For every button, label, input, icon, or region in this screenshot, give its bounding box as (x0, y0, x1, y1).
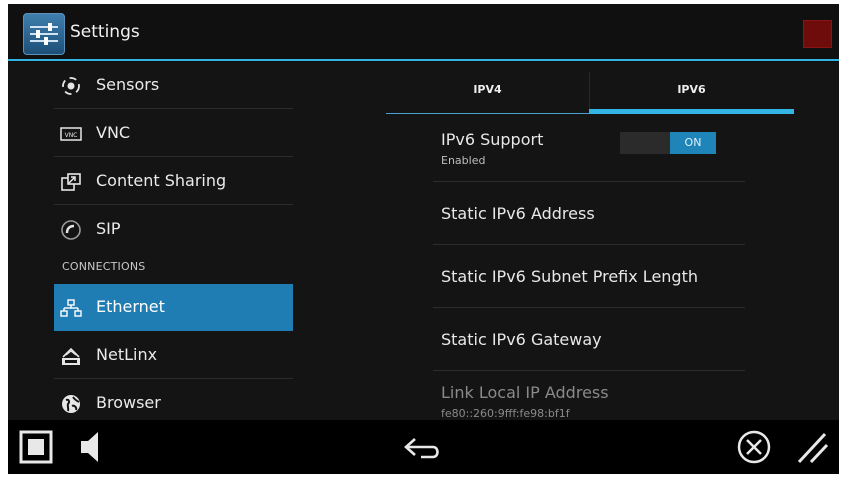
vnc-icon: VNC (60, 127, 82, 141)
sidebar-item-ethernet[interactable]: Ethernet (54, 284, 293, 331)
ipv6-toggle-switch[interactable]: ON (620, 132, 716, 154)
back-icon[interactable] (403, 435, 443, 461)
status-indicator (803, 20, 832, 48)
setting-static-ipv6-address[interactable]: Static IPv6 Address (433, 182, 745, 245)
setting-ipv6-support[interactable]: IPv6 Support Enabled ON (433, 120, 745, 182)
settings-sidebar: Sensors VNC VNC Content Sharing SIP CONN… (8, 62, 393, 420)
sidebar-item-sip[interactable]: SIP (54, 206, 293, 253)
divider (54, 378, 293, 379)
link-local-address-value: fe80::260:9fff:fe98:bf1f (441, 407, 570, 420)
netlinx-icon (62, 347, 80, 365)
setting-static-ipv6-prefix[interactable]: Static IPv6 Subnet Prefix Length (433, 245, 745, 308)
toggle-on-label: ON (670, 132, 716, 154)
sidebar-item-label: SIP (96, 219, 121, 238)
sidebar-item-netlinx[interactable]: NetLinx (54, 332, 293, 379)
setting-title: Link Local IP Address (441, 383, 609, 402)
divider (54, 156, 293, 157)
setting-title: IPv6 Support (441, 130, 544, 149)
ip-version-tabs: IPV4 IPV6 (386, 62, 794, 114)
sidebar-item-label: NetLinx (96, 345, 158, 364)
setting-title: Static IPv6 Gateway (441, 330, 602, 349)
close-circle-icon[interactable] (736, 429, 772, 465)
sidebar-item-label: Sensors (96, 75, 160, 94)
section-header-connections: CONNECTIONS (62, 260, 146, 273)
divider (54, 204, 293, 205)
svg-text:VNC: VNC (65, 132, 78, 139)
sidebar-item-label: VNC (96, 123, 131, 142)
system-nav-bar (8, 420, 839, 474)
settings-content: Sensors VNC VNC Content Sharing SIP CONN… (8, 62, 839, 420)
tab-label: IPV6 (677, 83, 706, 96)
tab-ipv6[interactable]: IPV6 (589, 62, 794, 114)
setting-title: Static IPv6 Subnet Prefix Length (441, 267, 698, 286)
sidebar-item-label: Ethernet (96, 297, 165, 316)
sensors-icon (62, 77, 80, 95)
setting-static-ipv6-gateway[interactable]: Static IPv6 Gateway (433, 308, 745, 371)
stop-square-icon[interactable] (19, 430, 53, 464)
divider (54, 108, 293, 109)
tab-active-indicator (589, 109, 794, 114)
app-title: Settings (70, 22, 140, 42)
setting-summary: Enabled (441, 154, 486, 167)
content-sharing-icon (61, 173, 81, 191)
sidebar-item-sensors[interactable]: Sensors (54, 62, 293, 109)
device-screen: Settings Sensors VNC VNC Content Sharing… (8, 4, 839, 474)
ethernet-icon (60, 299, 82, 317)
resize-handle-icon[interactable] (795, 430, 829, 464)
sidebar-item-vnc[interactable]: VNC VNC (54, 110, 293, 157)
browser-icon (62, 395, 80, 413)
setting-link-local-address: Link Local IP Address fe80::260:9fff:fe9… (433, 371, 745, 420)
action-bar: Settings (8, 4, 839, 61)
sidebar-item-label: Content Sharing (96, 171, 227, 190)
volume-icon[interactable] (78, 429, 102, 465)
settings-sliders-icon[interactable] (23, 13, 65, 55)
sidebar-item-label: Browser (96, 393, 161, 412)
action-bar-divider (8, 59, 839, 61)
tab-ipv4[interactable]: IPV4 (386, 62, 589, 114)
setting-title: Static IPv6 Address (441, 204, 595, 223)
sip-icon (61, 220, 81, 240)
sidebar-item-content-sharing[interactable]: Content Sharing (54, 158, 293, 205)
